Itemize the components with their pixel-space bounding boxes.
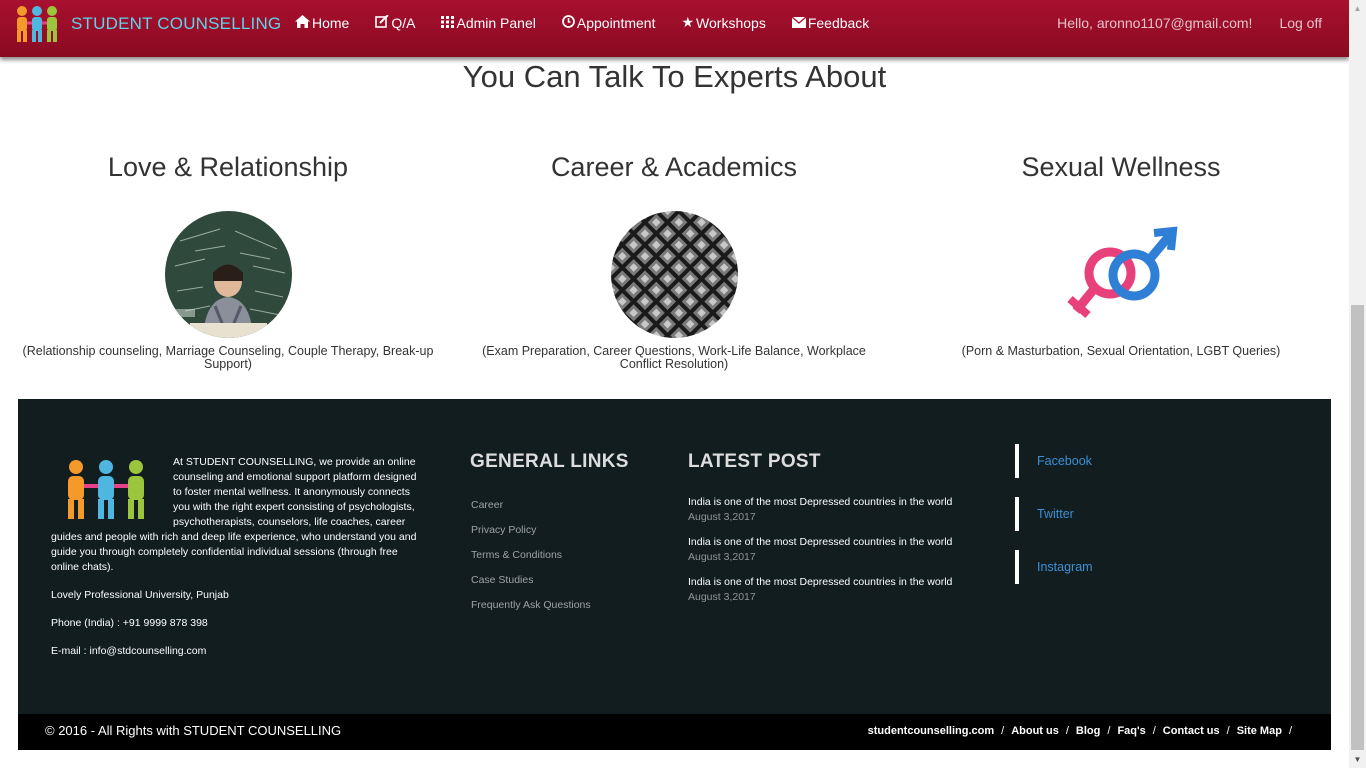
- abstract-pattern-photo: [610, 211, 738, 338]
- people-logo-icon: [68, 460, 144, 519]
- topic-description: (Porn & Masturbation, Sexual Orientation…: [961, 344, 1281, 358]
- footer: At STUDENT COUNSELLING, we provide an on…: [18, 399, 1331, 714]
- stressed-student-photo: [164, 211, 292, 338]
- social-links: Facebook Twitter Instagram: [1015, 444, 1093, 603]
- latest-post-title: LATEST POST: [688, 451, 821, 472]
- link-case-studies[interactable]: Case Studies: [471, 574, 591, 586]
- link-separator: /: [1288, 725, 1292, 737]
- nav-admin-panel-label: Admin Panel: [456, 14, 536, 31]
- link-separator: /: [1001, 725, 1005, 737]
- topic-title: Career & Academics: [550, 152, 798, 182]
- nav-home-label: Home: [312, 14, 350, 31]
- topic-career-academics[interactable]: Career & Academics (Exam Preparation, Ca…: [451, 152, 897, 371]
- footer-about: At STUDENT COUNSELLING, we provide an on…: [51, 455, 421, 659]
- nav-appointment-label: Appointment: [576, 14, 656, 31]
- link-site-map[interactable]: Site Map: [1237, 725, 1282, 737]
- topic-love-relationship[interactable]: Love & Relationship (Relationship counse…: [5, 152, 451, 371]
- post-title[interactable]: India is one of the most Depressed count…: [688, 575, 988, 590]
- nav-admin-panel[interactable]: Admin Panel: [441, 14, 536, 31]
- post-item[interactable]: India is one of the most Depressed count…: [688, 535, 988, 565]
- nav-qa-label: Q/A: [391, 14, 416, 31]
- address: Lovely Professional University, Punjab: [51, 589, 229, 601]
- nav-feedback-label: Feedback: [807, 14, 870, 31]
- post-item[interactable]: India is one of the most Depressed count…: [688, 495, 988, 525]
- scroll-thumb[interactable]: [1351, 305, 1364, 750]
- section-title: You Can Talk To Experts About: [462, 59, 887, 94]
- scroll-down-arrow-icon[interactable]: ▼: [1349, 751, 1366, 768]
- nav-workshops-label: Workshops: [696, 14, 766, 31]
- latest-posts: India is one of the most Depressed count…: [688, 495, 988, 615]
- scroll-up-arrow-icon[interactable]: ▲: [1349, 0, 1366, 17]
- vertical-scrollbar[interactable]: ▲ ▼: [1349, 0, 1366, 768]
- bottom-links: studentcounselling.com / About us / Blog…: [868, 725, 1299, 737]
- envelope-icon: [791, 15, 807, 31]
- bottom-bar: © 2016 - All Rights with STUDENT COUNSEL…: [18, 714, 1331, 750]
- brand-name: STUDENT COUNSELLING: [71, 14, 282, 33]
- link-faq[interactable]: Frequently Ask Questions: [471, 599, 591, 611]
- phone: Phone (India) : +91 9999 878 398: [51, 617, 208, 629]
- nav-qa[interactable]: Q/A: [375, 13, 416, 31]
- link-terms[interactable]: Terms & Conditions: [471, 549, 591, 561]
- nav-home[interactable]: Home: [295, 14, 350, 31]
- general-links-title: GENERAL LINKS: [470, 451, 629, 472]
- clock-icon: [561, 14, 575, 31]
- instagram-link[interactable]: Instagram: [1015, 550, 1093, 584]
- topic-title: Sexual Wellness: [1021, 152, 1221, 182]
- user-greeting-link[interactable]: Hello, aronno1107@gmail.com!: [1057, 15, 1252, 31]
- post-date: August 3,2017: [688, 591, 756, 603]
- link-blog[interactable]: Blog: [1076, 725, 1100, 737]
- user-area: Hello, aronno1107@gmail.com! Log off: [1057, 0, 1322, 45]
- post-item[interactable]: India is one of the most Depressed count…: [688, 575, 988, 605]
- link-separator: /: [1065, 725, 1069, 737]
- general-links: Career Privacy Policy Terms & Conditions…: [471, 499, 591, 624]
- link-privacy-policy[interactable]: Privacy Policy: [471, 524, 591, 536]
- top-navbar: STUDENT COUNSELLING Home Q/A Admin Panel…: [0, 0, 1349, 57]
- nav-feedback[interactable]: Feedback: [791, 14, 870, 31]
- email: E-mail : info@stdcounselling.com: [51, 645, 207, 657]
- brand[interactable]: STUDENT COUNSELLING: [13, 4, 281, 44]
- home-icon: [295, 14, 310, 31]
- link-separator: /: [1152, 725, 1156, 737]
- post-title[interactable]: India is one of the most Depressed count…: [688, 495, 988, 510]
- nav-menu: Home Q/A Admin Panel Appointment ★ Works…: [295, 0, 895, 45]
- link-faqs[interactable]: Faq's: [1117, 725, 1145, 737]
- nav-appointment[interactable]: Appointment: [561, 14, 656, 31]
- link-career[interactable]: Career: [471, 499, 591, 511]
- post-date: August 3,2017: [688, 511, 756, 523]
- twitter-link[interactable]: Twitter: [1015, 497, 1093, 531]
- link-contact-us[interactable]: Contact us: [1163, 725, 1220, 737]
- topic-title: Love & Relationship: [107, 152, 349, 182]
- topic-description: (Relationship counseling, Marriage Couns…: [22, 344, 434, 371]
- edit-icon: [375, 13, 390, 31]
- link-site-home[interactable]: studentcounselling.com: [868, 725, 995, 737]
- topic-sexual-wellness[interactable]: Sexual Wellness (Porn & Masturbation, Se…: [898, 152, 1344, 358]
- nav-workshops[interactable]: ★ Workshops: [681, 14, 765, 31]
- grid-icon: [441, 15, 455, 31]
- link-separator: /: [1107, 725, 1111, 737]
- topic-description: (Exam Preparation, Career Questions, Wor…: [482, 344, 866, 371]
- post-date: August 3,2017: [688, 551, 756, 563]
- people-logo-icon: [17, 6, 57, 42]
- logoff-link[interactable]: Log off: [1279, 15, 1322, 31]
- facebook-link[interactable]: Facebook: [1015, 444, 1093, 478]
- star-icon: ★: [681, 14, 695, 30]
- copyright: © 2016 - All Rights with STUDENT COUNSEL…: [45, 723, 342, 738]
- link-separator: /: [1226, 725, 1230, 737]
- link-about-us[interactable]: About us: [1011, 725, 1059, 737]
- gender-symbols-icon: [1058, 211, 1185, 338]
- post-title[interactable]: India is one of the most Depressed count…: [688, 535, 988, 550]
